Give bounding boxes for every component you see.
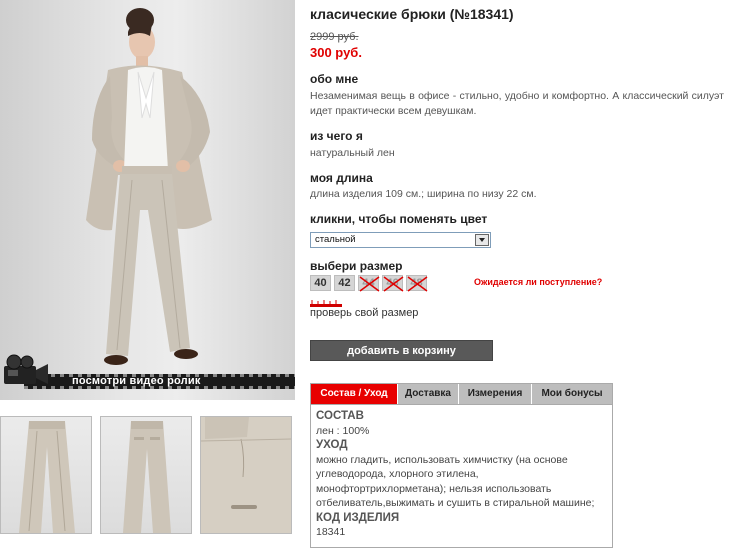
trousers-front-image: [19, 421, 75, 533]
color-select[interactable]: стальной: [310, 232, 491, 248]
color-selected-value: стальной: [315, 234, 356, 245]
unavailable-cross-icon: [407, 276, 428, 292]
product-main-photo[interactable]: посмотри видео ролик: [0, 0, 295, 400]
thumbnail-detail[interactable]: [200, 416, 292, 534]
unavailable-cross-icon: [359, 276, 380, 292]
thumbnail-back[interactable]: [100, 416, 192, 534]
care-text: можно гладить, использовать химчистку (н…: [316, 453, 595, 510]
trousers-detail-image: [201, 417, 291, 533]
tab-measurements[interactable]: Измерения: [459, 384, 532, 404]
ruler-icon[interactable]: [310, 300, 342, 307]
tab-delivery[interactable]: Доставка: [398, 384, 459, 404]
size-option-46[interactable]: 46: [382, 275, 404, 292]
tab-bonuses[interactable]: Мои бонусы: [532, 384, 612, 404]
size-option-40[interactable]: 40: [310, 275, 331, 291]
details-content: СОСТАВ лен : 100% УХОД можно гладить, ис…: [311, 405, 612, 544]
length-text: длина изделия 109 см.; ширина по низу 22…: [310, 188, 537, 200]
model-figure: [86, 8, 212, 365]
details-tabs: Состав / Уход Доставка Измерения Мои бон…: [311, 384, 612, 405]
video-camera-icon: [4, 354, 48, 384]
new-price: 300 руб.: [310, 45, 362, 60]
color-heading: кликни, чтобы поменять цвет: [310, 212, 488, 226]
product-title: класические брюки (№18341): [310, 6, 514, 22]
thumbnail-front[interactable]: [0, 416, 92, 534]
arrival-inquiry-link[interactable]: Ожидается ли поступление?: [474, 277, 602, 287]
material-heading: из чего я: [310, 129, 363, 143]
length-heading: моя длина: [310, 171, 373, 185]
code-text: 18341: [316, 526, 346, 538]
add-to-cart-button[interactable]: добавить в корзину: [310, 340, 493, 361]
details-panel: Состав / Уход Доставка Измерения Мои бон…: [310, 383, 613, 548]
tab-composition-care[interactable]: Состав / Уход: [311, 384, 398, 404]
video-link[interactable]: посмотри видео ролик: [0, 352, 295, 392]
about-text: Незаменимая вещь в офисе - стильно, удоб…: [310, 90, 724, 117]
size-option-48[interactable]: 48: [406, 275, 428, 292]
size-heading: выбери размер: [310, 259, 403, 273]
size-option-44[interactable]: 44: [358, 275, 380, 292]
material-text: натуральный лен: [310, 147, 395, 159]
size-options: 40 42 44 46 48: [310, 275, 428, 292]
old-price: 2999 руб.: [310, 31, 359, 43]
chevron-down-icon[interactable]: [475, 234, 489, 246]
composition-heading: СОСТАВ: [316, 410, 364, 422]
video-label[interactable]: посмотри видео ролик: [72, 375, 201, 388]
about-heading: обо мне: [310, 72, 359, 86]
trousers-back-image: [123, 421, 171, 533]
code-heading: КОД ИЗДЕЛИЯ: [316, 511, 400, 524]
care-heading: УХОД: [316, 439, 348, 451]
size-option-42[interactable]: 42: [334, 275, 355, 291]
unavailable-cross-icon: [383, 276, 404, 292]
composition-text: лен : 100%: [316, 424, 370, 437]
check-size-link[interactable]: проверь свой размер: [310, 307, 418, 319]
